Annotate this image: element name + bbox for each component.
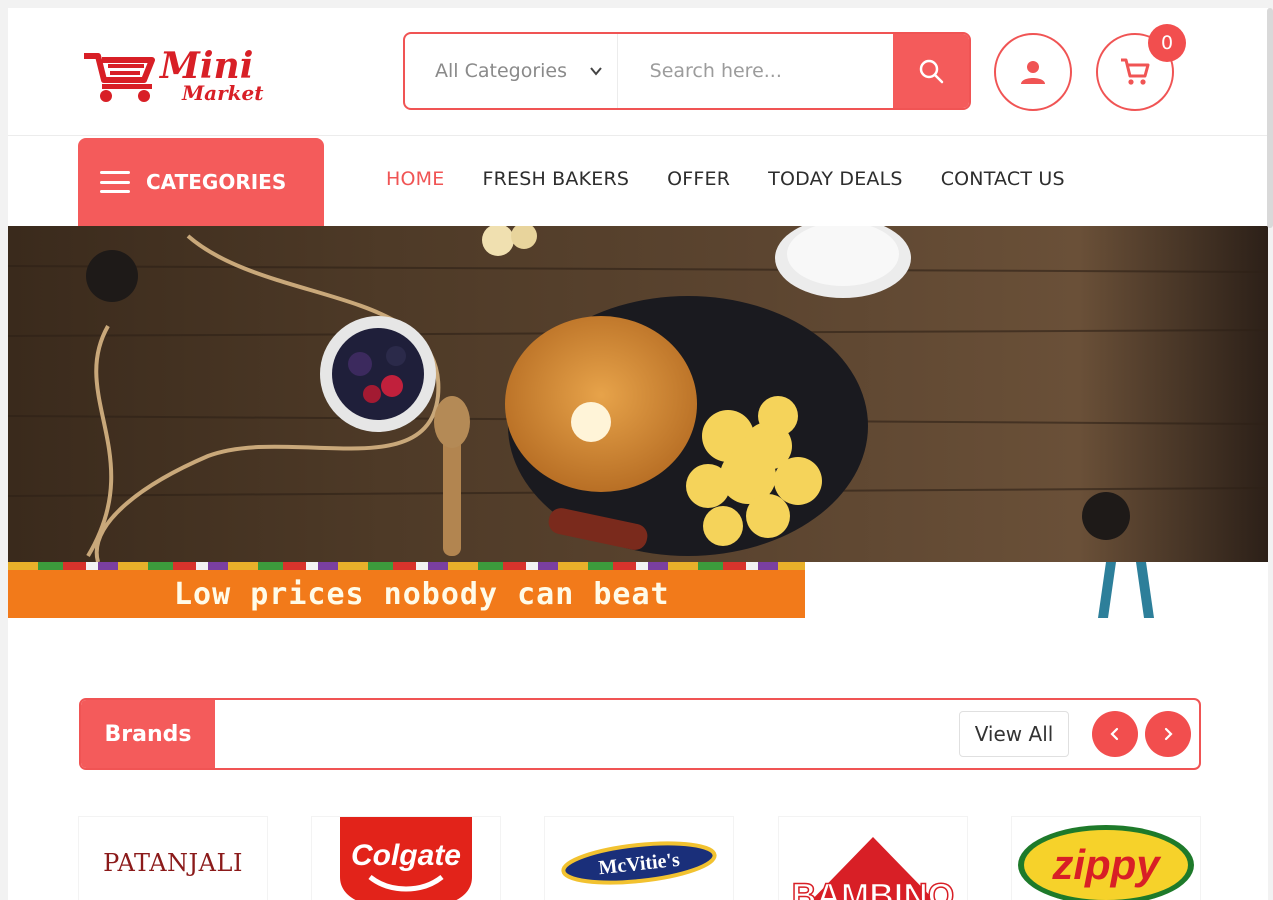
hero-decoration bbox=[1098, 562, 1154, 618]
brands-next-button[interactable] bbox=[1145, 711, 1191, 757]
category-select-label: All Categories bbox=[435, 60, 568, 82]
zippy-logo: zippy bbox=[1018, 824, 1194, 900]
nav-today-deals[interactable]: TODAY DEALS bbox=[768, 168, 903, 190]
hamburger-icon bbox=[100, 171, 130, 193]
brands-section-header: Brands View All bbox=[79, 698, 1201, 770]
brand-colgate[interactable]: Colgate bbox=[311, 816, 501, 900]
bambino-logo: BAMBINO bbox=[791, 836, 955, 900]
cart-count-badge: 0 bbox=[1148, 24, 1186, 62]
brand-patanjali-name: PATANJALI bbox=[103, 848, 243, 877]
categories-button[interactable]: CATEGORIES bbox=[78, 138, 324, 226]
search-bar: All Categories bbox=[403, 32, 971, 110]
scrollbar[interactable] bbox=[1267, 8, 1273, 228]
main-nav: HOME FRESH BAKERS OFFER TODAY DEALS CONT… bbox=[386, 168, 1103, 190]
site-logo[interactable]: Mini Market bbox=[82, 44, 322, 105]
category-select[interactable]: All Categories bbox=[405, 34, 618, 108]
user-icon bbox=[1021, 61, 1045, 84]
chevron-down-icon bbox=[589, 67, 602, 76]
brand-colgate-name: Colgate bbox=[351, 839, 461, 872]
nav-home[interactable]: HOME bbox=[386, 168, 444, 190]
colgate-logo: Colgate bbox=[340, 817, 472, 900]
chevron-left-icon bbox=[1110, 727, 1119, 741]
header-divider bbox=[8, 135, 1268, 136]
nav-contact-us[interactable]: CONTACT US bbox=[941, 168, 1065, 190]
brand-zippy[interactable]: zippy bbox=[1011, 816, 1201, 900]
hero-product-strip bbox=[8, 562, 805, 570]
nav-offer[interactable]: OFFER bbox=[667, 168, 730, 190]
view-all-button[interactable]: View All bbox=[959, 711, 1069, 757]
chevron-right-icon bbox=[1164, 727, 1173, 741]
brand-zippy-name: zippy bbox=[1051, 841, 1162, 888]
hero-slider[interactable]: Low prices nobody can beat bbox=[8, 226, 1268, 618]
brand-bambino-name: BAMBINO bbox=[792, 877, 954, 900]
hero-image bbox=[8, 226, 1268, 562]
brands-title: Brands bbox=[81, 700, 215, 768]
search-button[interactable] bbox=[892, 34, 969, 108]
hero-banner: Low prices nobody can beat bbox=[8, 570, 805, 618]
cart-logo-icon: Mini Market bbox=[84, 45, 264, 105]
logo-text-market: Market bbox=[181, 81, 264, 104]
search-icon bbox=[919, 59, 944, 84]
brand-mcvities[interactable]: McVitie's bbox=[544, 816, 734, 900]
account-button[interactable] bbox=[994, 33, 1072, 111]
mcvities-logo: McVitie's bbox=[561, 840, 717, 885]
brand-bambino[interactable]: BAMBINO bbox=[778, 816, 968, 900]
categories-label: CATEGORIES bbox=[146, 170, 287, 194]
hero-banner-text: Low prices nobody can beat bbox=[174, 576, 670, 612]
brand-patanjali[interactable]: PATANJALI bbox=[78, 816, 268, 900]
page: Mini Market All Categories Search here..… bbox=[8, 8, 1268, 900]
cart-icon bbox=[1121, 58, 1150, 85]
brand-logo-carousel: PATANJALI Colgate McVitie's BAMBINO zipp… bbox=[78, 816, 1208, 900]
nav-fresh-bakers[interactable]: FRESH BAKERS bbox=[482, 168, 629, 190]
brands-prev-button[interactable] bbox=[1092, 711, 1138, 757]
search-input[interactable] bbox=[617, 34, 893, 108]
